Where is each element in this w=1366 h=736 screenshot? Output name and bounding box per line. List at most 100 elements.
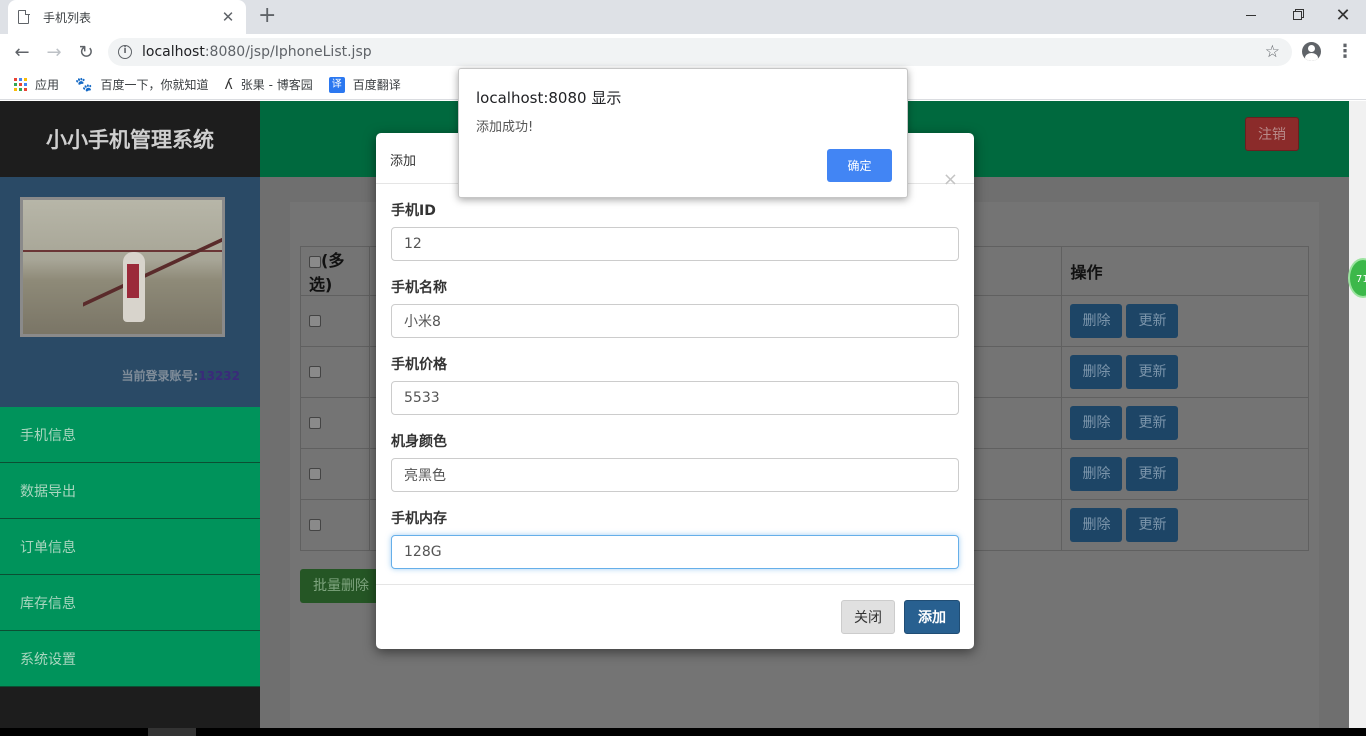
field-phone-memory: 手机内存 — [391, 508, 959, 569]
info-icon[interactable]: i — [118, 45, 132, 59]
address-toolbar: ← → ↻ i localhost:8080/jsp/IphoneList.js… — [0, 34, 1366, 70]
bookmark-baidu-translate[interactable]: 译 百度翻译 — [328, 76, 401, 93]
side-nav: 手机信息 数据导出 订单信息 库存信息 系统设置 — [0, 407, 260, 687]
reload-icon[interactable]: ↻ — [74, 40, 98, 64]
update-button[interactable]: 更新 — [1126, 457, 1179, 491]
page-scrollbar[interactable] — [1349, 101, 1366, 736]
delete-button[interactable]: 删除 — [1070, 304, 1123, 338]
phone-id-input[interactable] — [391, 227, 959, 261]
phone-memory-input[interactable] — [391, 535, 959, 569]
bookmark-apps[interactable]: 应用 — [14, 76, 59, 93]
row-select-cell — [299, 397, 371, 449]
field-label: 手机ID — [391, 203, 436, 219]
delete-button[interactable]: 删除 — [1070, 508, 1123, 542]
tab-close-icon[interactable]: ✕ — [220, 8, 236, 26]
browser-alert-dialog: localhost:8080 显示 添加成功! 确定 — [458, 68, 908, 198]
update-button[interactable]: 更新 — [1126, 304, 1179, 338]
bookmark-label: 应用 — [35, 78, 60, 92]
app-brand: 小小手机管理系统 — [46, 128, 214, 152]
add-button[interactable]: 添加 — [904, 600, 960, 634]
select-all-checkbox[interactable] — [309, 255, 321, 268]
update-button[interactable]: 更新 — [1126, 406, 1179, 440]
bookmark-label: 百度一下，你就知道 — [100, 78, 209, 92]
alert-ok-button[interactable]: 确定 — [827, 149, 892, 182]
logout-button[interactable]: 注销 — [1245, 117, 1299, 151]
row-ops-cell: 删除 更新 — [1061, 499, 1309, 551]
modal-title: 添加 — [390, 154, 417, 169]
minimize-button[interactable] — [1228, 0, 1274, 30]
phone-price-input[interactable] — [391, 381, 959, 415]
nav-item-phone-info[interactable]: 手机信息 — [0, 407, 260, 463]
row-checkbox[interactable] — [309, 468, 321, 480]
nav-item-data-export[interactable]: 数据导出 — [0, 463, 260, 519]
field-label: 手机名称 — [391, 280, 447, 296]
row-ops-cell: 删除 更新 — [1061, 346, 1309, 398]
field-phone-id: 手机ID — [391, 200, 959, 261]
update-button[interactable]: 更新 — [1126, 508, 1179, 542]
field-phone-name: 手机名称 — [391, 277, 959, 338]
field-label: 手机内存 — [391, 511, 447, 527]
row-select-cell — [299, 499, 371, 551]
taskbar-item[interactable] — [148, 728, 196, 736]
modal-close-icon[interactable]: × — [943, 169, 958, 190]
baidu-paw-icon: 🐾 — [75, 76, 93, 93]
row-ops-cell: 删除 更新 — [1061, 295, 1309, 347]
phone-name-input[interactable] — [391, 304, 959, 338]
field-label: 手机价格 — [391, 357, 447, 373]
close-button[interactable]: 关闭 — [841, 600, 895, 634]
url-host: localhost — [142, 44, 205, 60]
bookmark-baidu[interactable]: 🐾 百度一下，你就知道 — [75, 76, 208, 93]
bulk-delete-button[interactable]: 批量删除 — [300, 569, 382, 603]
apps-grid-icon — [14, 78, 27, 91]
profile-avatar-icon[interactable] — [1302, 42, 1321, 61]
login-account-label: 当前登录账号:13232 — [121, 369, 240, 383]
modal-body: 手机ID 手机名称 手机价格 机身颜色 手机内存 — [376, 184, 974, 569]
row-checkbox[interactable] — [309, 315, 321, 327]
sidebar: 小小手机管理系统 当前登录账号:13232 手机信息 数据导出 订单信息 库存信… — [0, 101, 260, 736]
translate-icon: 译 — [328, 76, 345, 93]
field-phone-color: 机身颜色 — [391, 431, 959, 492]
modal-footer: 关闭 添加 — [376, 584, 974, 649]
bookmark-star-icon[interactable]: ☆ — [1265, 42, 1280, 62]
nav-item-orders[interactable]: 订单信息 — [0, 519, 260, 575]
header-ops: 操作 — [1061, 246, 1309, 296]
row-checkbox[interactable] — [309, 417, 321, 429]
browser-tab[interactable]: 手机列表 ✕ — [8, 0, 246, 34]
window-close-button[interactable]: ✕ — [1320, 0, 1366, 30]
url-field[interactable]: i localhost:8080/jsp/IphoneList.jsp ☆ — [108, 38, 1292, 66]
forward-arrow-icon[interactable]: → — [42, 40, 66, 64]
delete-button[interactable]: 删除 — [1070, 355, 1123, 389]
field-phone-price: 手机价格 — [391, 354, 959, 415]
taskbar — [0, 728, 1366, 736]
tab-title: 手机列表 — [43, 10, 92, 25]
alert-title: localhost:8080 显示 — [476, 89, 622, 107]
delete-button[interactable]: 删除 — [1070, 457, 1123, 491]
phone-color-input[interactable] — [391, 458, 959, 492]
maximize-button[interactable] — [1274, 0, 1320, 30]
row-checkbox[interactable] — [309, 519, 321, 531]
delete-button[interactable]: 删除 — [1070, 406, 1123, 440]
field-label: 机身颜色 — [391, 434, 447, 450]
nav-item-settings[interactable]: 系统设置 — [0, 631, 260, 687]
row-select-cell — [299, 295, 371, 347]
row-ops-cell: 删除 更新 — [1061, 448, 1309, 500]
cnblogs-icon: ʎ — [224, 76, 233, 93]
row-select-cell — [299, 346, 371, 398]
login-account: 13232 — [198, 369, 240, 383]
row-ops-cell: 删除 更新 — [1061, 397, 1309, 449]
back-arrow-icon[interactable]: ← — [10, 40, 34, 64]
add-phone-modal: 添加 × 手机ID 手机名称 手机价格 机身颜色 手机内存 关闭 添加 — [376, 133, 974, 649]
update-button[interactable]: 更新 — [1126, 355, 1179, 389]
row-checkbox[interactable] — [309, 366, 321, 378]
profile-photo — [20, 197, 225, 337]
alert-message: 添加成功! — [476, 120, 534, 135]
browser-menu-icon[interactable]: ⋮ — [1336, 41, 1354, 62]
bookmark-label: 张果 - 博客园 — [240, 78, 313, 92]
new-tab-icon[interactable]: + — [258, 3, 276, 28]
browser-tab-strip: 手机列表 ✕ + ✕ — [0, 0, 1366, 34]
bookmark-label: 百度翻译 — [352, 78, 401, 92]
url-path: :8080/jsp/IphoneList.jsp — [204, 44, 372, 60]
nav-item-inventory[interactable]: 库存信息 — [0, 575, 260, 631]
row-select-cell — [299, 448, 371, 500]
bookmark-cnblogs[interactable]: ʎ 张果 - 博客园 — [224, 76, 312, 93]
